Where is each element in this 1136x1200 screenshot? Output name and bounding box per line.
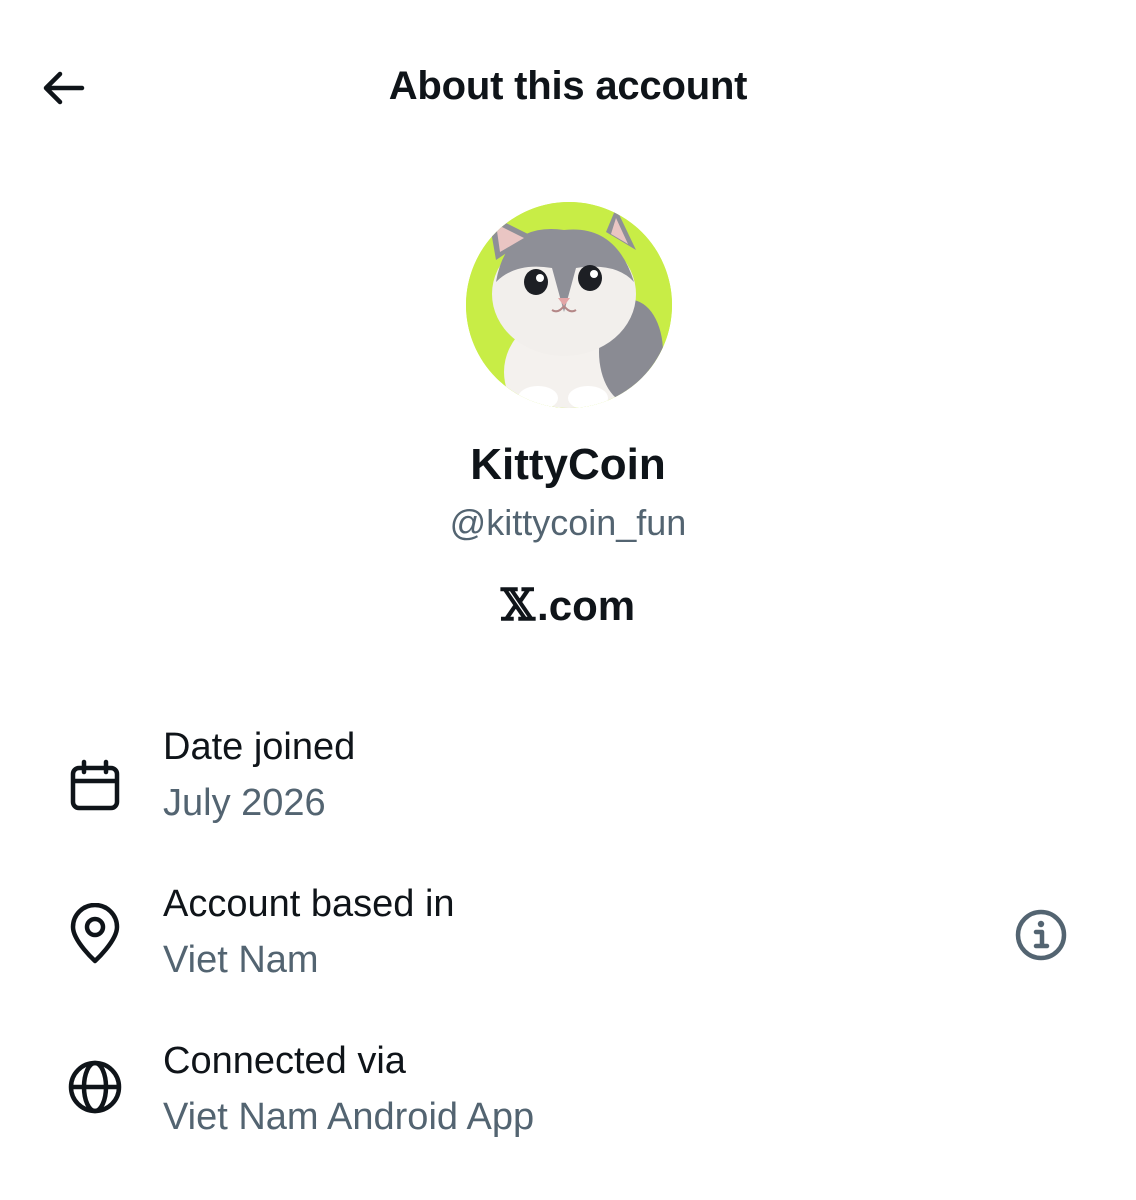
- detail-label: Connected via: [163, 1040, 406, 1082]
- globe-icon: [64, 1056, 126, 1118]
- page-title: About this account: [388, 64, 748, 108]
- username-handle: @kittycoin_fun: [449, 502, 687, 543]
- detail-label: Date joined: [163, 726, 356, 768]
- detail-value: July 2026: [163, 782, 326, 824]
- x-logo-icon: 𝕏: [500, 580, 536, 631]
- site-domain-suffix: .com: [537, 581, 636, 629]
- detail-row-date-joined: Date joined July 2026: [0, 720, 1136, 840]
- avatar: [466, 202, 672, 408]
- info-icon: [1015, 909, 1067, 961]
- site-domain: 𝕏 .com: [0, 580, 1136, 631]
- detail-row-connected-via: Connected via Viet Nam Android App: [0, 1034, 1136, 1154]
- detail-value: Viet Nam: [163, 939, 319, 981]
- calendar-icon: [64, 756, 126, 818]
- info-button[interactable]: [1010, 904, 1072, 966]
- detail-row-account-based-in: Account based in Viet Nam: [0, 877, 1136, 997]
- detail-value: Viet Nam Android App: [163, 1096, 535, 1138]
- top-bar: About this account: [0, 0, 1136, 176]
- display-name: KittyCoin: [470, 440, 666, 489]
- detail-label: Account based in: [163, 883, 455, 925]
- location-pin-icon: [64, 903, 126, 965]
